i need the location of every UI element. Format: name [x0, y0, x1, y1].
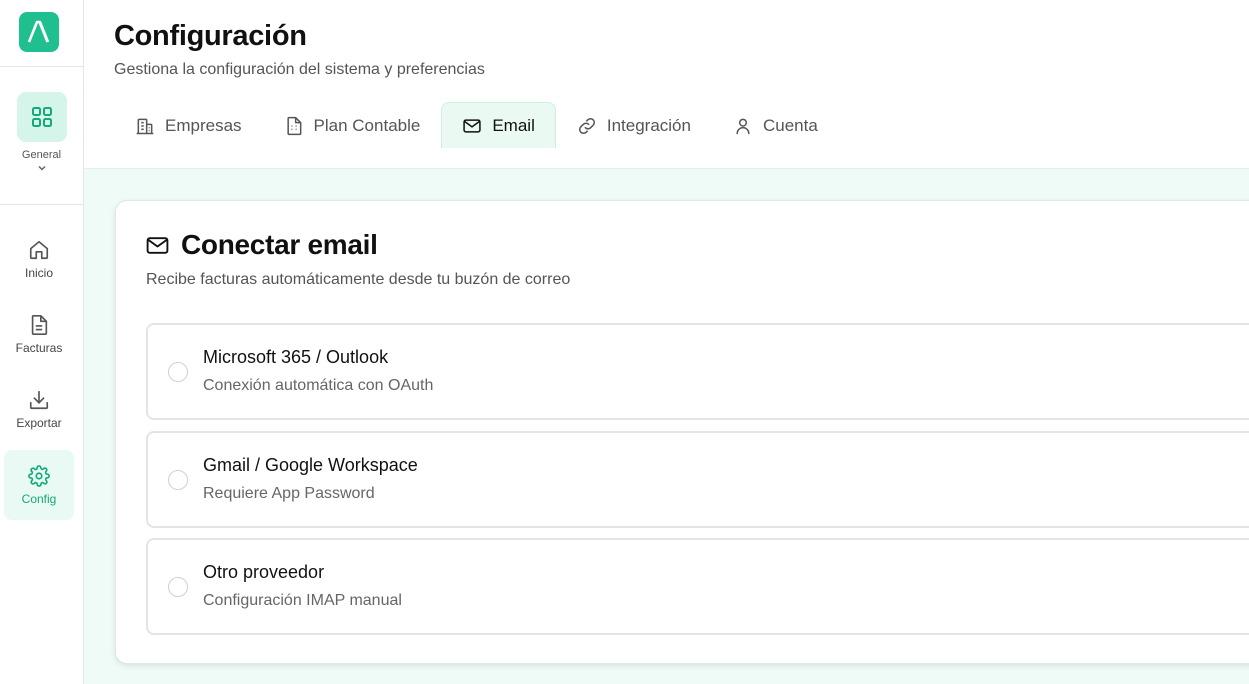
building-icon: [136, 118, 154, 134]
grid-tile[interactable]: [16, 92, 67, 142]
sidebar-item-inicio[interactable]: Inicio: [4, 224, 74, 294]
tab-integracion[interactable]: Integración: [556, 102, 712, 148]
sidebar: General Inicio Facturas Exportar Config: [0, 0, 84, 684]
mail-icon: [146, 236, 169, 254]
option-title: Microsoft 365 / Outlook: [203, 347, 389, 367]
tab-label: Empresas: [165, 115, 242, 135]
tab-email[interactable]: Email: [441, 102, 556, 148]
provider-option-gmail[interactable]: Gmail / Google Workspace Requiere App Pa…: [146, 431, 1249, 528]
mail-icon: [463, 118, 482, 133]
provider-option-microsoft[interactable]: Microsoft 365 / Outlook Conexión automát…: [146, 323, 1249, 420]
document-icon: [31, 314, 48, 335]
chevron-down-icon[interactable]: [36, 162, 48, 174]
radio-button[interactable]: [168, 362, 188, 382]
page-subtitle: Gestiona la configuración del sistema y …: [114, 61, 485, 78]
download-icon: [29, 390, 49, 409]
ledger-icon: [286, 116, 301, 135]
user-icon: [736, 118, 750, 134]
sidebar-item-config[interactable]: Config: [4, 450, 74, 520]
card-header: Conectar email: [145, 229, 378, 261]
tab-empresas[interactable]: Empresas: [114, 102, 263, 148]
grid-icon: [31, 107, 52, 127]
provider-option-other[interactable]: Otro proveedor Configuración IMAP manual: [146, 538, 1249, 635]
tab-plan-contable[interactable]: Plan Contable: [263, 102, 442, 148]
content-area: Conectar email Recibe facturas automátic…: [84, 169, 1249, 684]
tab-label: Email: [492, 115, 535, 135]
tab-cuenta[interactable]: Cuenta: [712, 102, 839, 148]
sidebar-divider: [0, 66, 83, 67]
option-description: Configuración IMAP manual: [203, 592, 402, 609]
app-logo[interactable]: [19, 12, 59, 52]
option-title: Gmail / Google Workspace: [203, 455, 418, 475]
option-description: Conexión automática con OAuth: [203, 377, 434, 394]
gear-icon: [28, 464, 50, 487]
settings-tabs: Empresas Plan Contable Email Integración: [114, 102, 839, 148]
tab-label: Cuenta: [762, 115, 818, 135]
card-subtitle: Recibe facturas automáticamente desde tu…: [146, 271, 571, 288]
email-connect-card: Conectar email Recibe facturas automátic…: [115, 200, 1249, 664]
home-icon: [29, 240, 49, 259]
radio-button[interactable]: [168, 577, 188, 597]
tab-label: Integración: [606, 115, 691, 135]
sidebar-item-label: Facturas: [15, 340, 63, 355]
link-icon: [578, 117, 595, 134]
sidebar-item-label: Inicio: [24, 265, 53, 280]
sidebar-item-exportar[interactable]: Exportar: [4, 374, 74, 444]
sidebar-group-general[interactable]: General: [0, 92, 83, 174]
logo-icon: [27, 20, 50, 43]
option-description: Requiere App Password: [203, 485, 375, 502]
radio-button[interactable]: [168, 470, 188, 490]
page-header: Configuración Gestiona la configuración …: [84, 0, 1249, 169]
sidebar-item-facturas[interactable]: Facturas: [4, 299, 74, 369]
page-title: Configuración: [114, 20, 307, 52]
sidebar-group-label: General: [21, 149, 62, 161]
tab-label: Plan Contable: [313, 115, 421, 135]
sidebar-divider: [0, 204, 83, 205]
card-title: Conectar email: [181, 229, 378, 260]
option-title: Otro proveedor: [203, 562, 325, 582]
sidebar-item-label: Exportar: [16, 415, 62, 430]
sidebar-item-label: Config: [21, 491, 57, 506]
